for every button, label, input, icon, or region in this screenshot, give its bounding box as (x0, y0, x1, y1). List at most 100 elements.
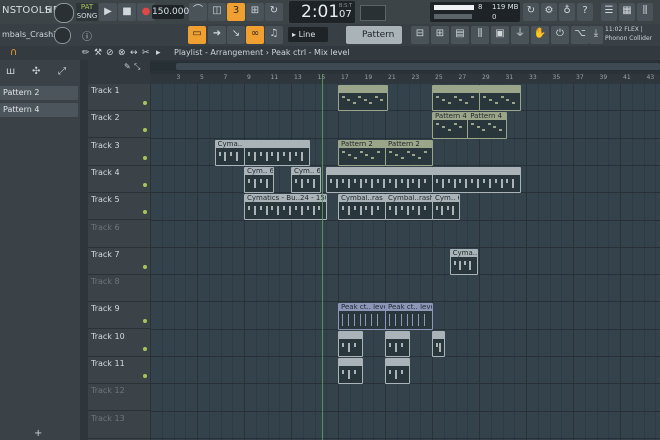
track-mute-led[interactable] (143, 182, 147, 187)
track-mute-led[interactable] (143, 319, 147, 324)
browser-tab-audio-icon[interactable]: ⤢ (58, 66, 66, 77)
pencil-tool-icon[interactable]: ✏ (82, 46, 90, 60)
piano-roll-button[interactable]: ⊞ (431, 26, 449, 44)
mixer-button[interactable]: ⫼ (637, 3, 653, 21)
track-mute-led[interactable] (143, 374, 147, 378)
help-button[interactable]: ? (577, 3, 593, 21)
playlist-button[interactable]: ⊟ (411, 26, 429, 44)
playlist-clip[interactable]: Cyma.. (214, 139, 245, 166)
playlist-clip[interactable] (432, 85, 480, 112)
delete-tool-icon[interactable]: ⊘ (106, 46, 114, 60)
playlist-clip[interactable] (244, 139, 310, 166)
track-header[interactable]: Track 2 (88, 111, 150, 139)
pitch-knob[interactable] (54, 27, 71, 44)
typing-keyboard-button[interactable]: ▭ (188, 26, 206, 44)
track-mute-led[interactable] (143, 101, 147, 105)
snap-selector[interactable]: ▸ Line (288, 27, 328, 42)
track-header[interactable]: Track 6 (88, 221, 150, 248)
record-audio-button[interactable]: ♁ (559, 3, 575, 21)
track-mute-led[interactable] (143, 346, 147, 351)
channel-rack-button[interactable]: ▦ (619, 3, 635, 21)
mute-tool-icon[interactable]: ⊗ (118, 46, 126, 60)
online-button[interactable]: ↻ (523, 3, 539, 21)
playlist-clip[interactable]: Cymatics - Bu..24 - 150 BPM (244, 194, 328, 221)
track-header[interactable]: Track 11 (88, 357, 150, 384)
step-edit-button[interactable]: ⊞ (246, 3, 264, 21)
track-mute-led[interactable] (143, 210, 147, 215)
pencil-icon[interactable]: ✎ (124, 62, 131, 71)
track-header[interactable]: Track 1 (88, 84, 150, 111)
track-mute-led[interactable] (143, 155, 147, 160)
track-header[interactable]: Track 4 (88, 166, 150, 193)
playlist-clip[interactable] (326, 166, 433, 194)
track-header[interactable]: Track 13 (88, 412, 150, 439)
link-button[interactable]: ∞ (246, 26, 264, 44)
download-button[interactable]: ⤓ (589, 26, 603, 44)
playlist-clip[interactable]: Pattern 4 (467, 112, 508, 139)
channel-item[interactable]: Pattern 4 (0, 103, 78, 117)
playlist-clip[interactable] (432, 166, 522, 194)
menu-view[interactable]: NS (2, 5, 16, 16)
playlist-clip[interactable] (479, 85, 522, 112)
browser-tab-all-icon[interactable]: ш (6, 66, 15, 77)
playlist-clip[interactable] (338, 85, 389, 112)
channel-rack-button-2[interactable]: ▤ (451, 26, 469, 44)
slice-tool-icon[interactable]: ✂ (142, 46, 150, 60)
browser-button[interactable]: ▣ (491, 26, 509, 44)
add-channel-icon[interactable]: + (34, 428, 42, 439)
slip-tool-icon[interactable]: ↔ (130, 46, 138, 60)
playlist-clip[interactable]: Peak ct.. level (338, 303, 386, 330)
plugin-picker-button[interactable]: ⏚ (511, 26, 529, 44)
pattern-selector[interactable]: Pattern 4 (346, 26, 402, 58)
playlist-clip[interactable]: Cym.. 68 (244, 166, 275, 194)
magnet-icon[interactable]: ∩ (10, 47, 17, 58)
playlist-clip[interactable]: Pattern 2 (385, 139, 433, 166)
playlist-clip[interactable] (385, 358, 410, 385)
mixer-button-2[interactable]: ⫼ (471, 26, 489, 44)
track-mute-led[interactable] (143, 264, 147, 269)
scrollbar-thumb[interactable] (176, 63, 660, 70)
playlist-menu-icon[interactable]: ▸ (156, 46, 161, 60)
playlist-clip[interactable] (338, 358, 363, 385)
playlist-clip[interactable]: Cym.. 68 (291, 166, 322, 194)
browser-tab-plugins-icon[interactable]: ✣ (32, 66, 40, 77)
news-button[interactable]: ☰ (601, 3, 617, 21)
tempo-tapper-button[interactable]: ✋ (531, 26, 549, 44)
horizontal-scrollbar[interactable] (150, 62, 660, 71)
playlist-clip[interactable]: Cyma.. (449, 248, 478, 276)
playlist-clip[interactable] (385, 330, 410, 357)
playlist-clip[interactable]: Pattern 4 (432, 112, 469, 139)
stop-button[interactable]: ■ (118, 3, 136, 21)
step-forward-button[interactable]: ➜ (208, 26, 226, 44)
tempo-display[interactable]: 150.000 (152, 5, 189, 19)
blend-button[interactable]: ↘ (227, 26, 245, 44)
track-header[interactable]: Track 9 (88, 302, 150, 330)
play-button[interactable]: ▶ (99, 3, 117, 21)
playlist-clip[interactable] (338, 330, 363, 357)
track-header[interactable]: Track 12 (88, 384, 150, 412)
playlist-clip[interactable]: Cymbal..rash (385, 194, 433, 221)
zoom-icon[interactable]: ⤡ (134, 62, 140, 72)
audio-settings-button[interactable]: ⚙ (541, 3, 557, 21)
metronome-button[interactable]: ⌒ (189, 3, 207, 21)
track-header[interactable]: Track 7 (88, 248, 150, 275)
playlist-clip[interactable]: Cymbal..ras (338, 194, 386, 221)
stamp-button[interactable]: ♫ (265, 26, 283, 44)
brush-tool-icon[interactable]: ⚒ (94, 46, 102, 60)
loop-record-button[interactable]: ↻ (265, 3, 283, 21)
pat-song-toggle[interactable]: PAT SONG (76, 3, 98, 21)
track-header[interactable]: Track 10 (88, 330, 150, 357)
playhead[interactable] (322, 74, 323, 440)
project-button[interactable]: ⌥ (571, 26, 589, 44)
track-mute-led[interactable] (143, 128, 147, 133)
master-volume-knob[interactable] (54, 3, 74, 23)
playlist-clip[interactable]: Cym.. 68 (432, 194, 461, 221)
track-header[interactable]: Track 5 (88, 193, 150, 221)
playlist-grid[interactable]: Pattern 4 Pattern 4 Cyma.. Pattern 2 Pattern… (150, 84, 660, 440)
wait-input-button[interactable]: ◫ (208, 3, 226, 21)
playlist-clip[interactable]: Peak ct.. level (385, 303, 433, 330)
playlist-clip[interactable] (432, 330, 445, 357)
playlist-clip[interactable]: Pattern 2 (338, 139, 386, 166)
channel-item[interactable]: Pattern 2 (0, 86, 78, 100)
midi-button[interactable]: ⏻ (551, 26, 569, 44)
